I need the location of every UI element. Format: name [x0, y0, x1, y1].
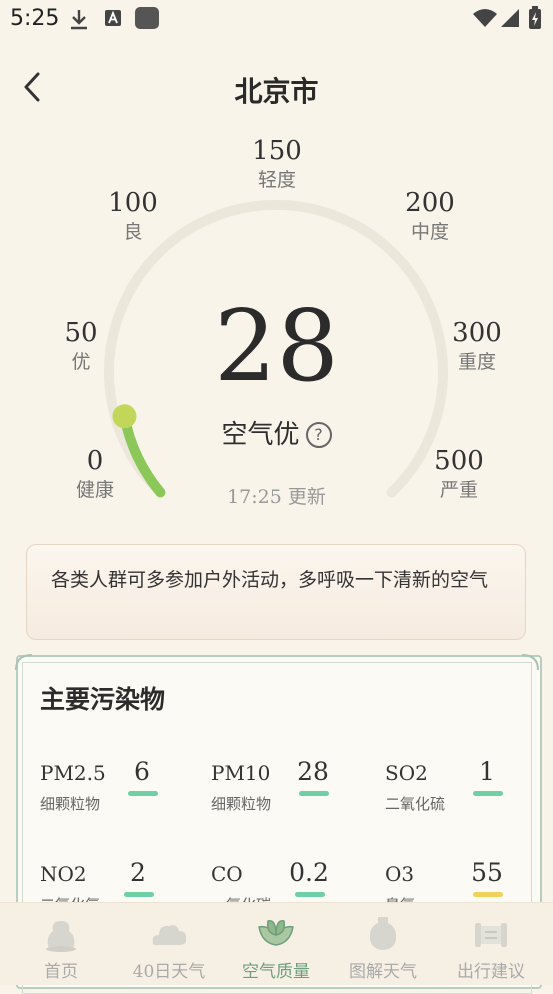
tab-label: 空气质量 [242, 962, 310, 982]
pollutant-desc: 二氧化硫 [385, 795, 446, 813]
update-time: 17:25 更新 [227, 486, 326, 508]
pollutant-value: 28 [297, 757, 329, 786]
tab-label: 出行建议 [457, 962, 525, 982]
pollutant-desc: 细颗粒物 [40, 795, 101, 813]
pollutant-name: O3 [385, 862, 415, 886]
pollutant-name: CO [211, 862, 243, 886]
pollutant-value: 6 [134, 757, 150, 786]
home-icon [46, 921, 76, 952]
pollutant-level-bar [295, 892, 325, 897]
pollutant-value: 55 [471, 858, 503, 887]
tab-travel-advice[interactable]: 出行建议 [436, 905, 546, 983]
pollutant-name: SO2 [385, 761, 428, 785]
pollutant-name: PM2.5 [40, 761, 106, 785]
pollutants-title: 主要污染物 [40, 685, 166, 714]
pollutant-level-bar [473, 791, 503, 796]
tab-40day[interactable]: 40日天气 [114, 905, 224, 983]
pollutant-pm25[interactable]: PM2.5 细颗粒物 6 [40, 757, 200, 841]
pollutant-value: 1 [479, 757, 495, 786]
pollutant-value: 2 [130, 858, 146, 887]
tab-label: 图解天气 [349, 962, 417, 982]
pollutant-level-bar [124, 892, 154, 897]
pollutant-so2[interactable]: SO2 二氧化硫 1 [385, 757, 545, 841]
gauge-label-100: 100 良 [108, 188, 158, 243]
tab-air-quality[interactable]: 空气质量 [221, 905, 331, 983]
help-icon[interactable]: ? [305, 422, 332, 448]
aqi-value: 28 [214, 290, 339, 404]
tab-home[interactable]: 首页 [6, 905, 116, 983]
cloud-icon [152, 925, 187, 946]
pollutant-desc: 细颗粒物 [211, 795, 272, 813]
card-corner-decoration [15, 654, 539, 671]
leaf-icon [258, 920, 294, 946]
health-advice: 各类人群可多参加户外活动，多呼吸一下清新的空气 [26, 544, 526, 640]
pollutant-name: PM10 [211, 761, 271, 785]
tab-label: 40日天气 [132, 962, 206, 982]
scroll-icon [475, 923, 507, 947]
tab-label: 首页 [44, 962, 78, 982]
tab-weather-graphic[interactable]: 图解天气 [328, 905, 438, 983]
gauge-label-200: 200 中度 [405, 188, 455, 243]
pollutant-pm10[interactable]: PM10 细颗粒物 28 [211, 757, 371, 841]
aqi-level-label: 空气优 [221, 420, 300, 450]
gauge-label-150: 150 轻度 [252, 136, 302, 191]
pollutant-name: NO2 [40, 862, 87, 886]
aqi-level-row: 空气优? [0, 414, 553, 451]
pollutant-value: 0.2 [289, 858, 329, 887]
pollutant-level-bar [299, 791, 329, 796]
pollutant-level-bar [128, 791, 158, 796]
pollutant-level-bar [473, 892, 503, 897]
vase-icon [369, 917, 397, 950]
